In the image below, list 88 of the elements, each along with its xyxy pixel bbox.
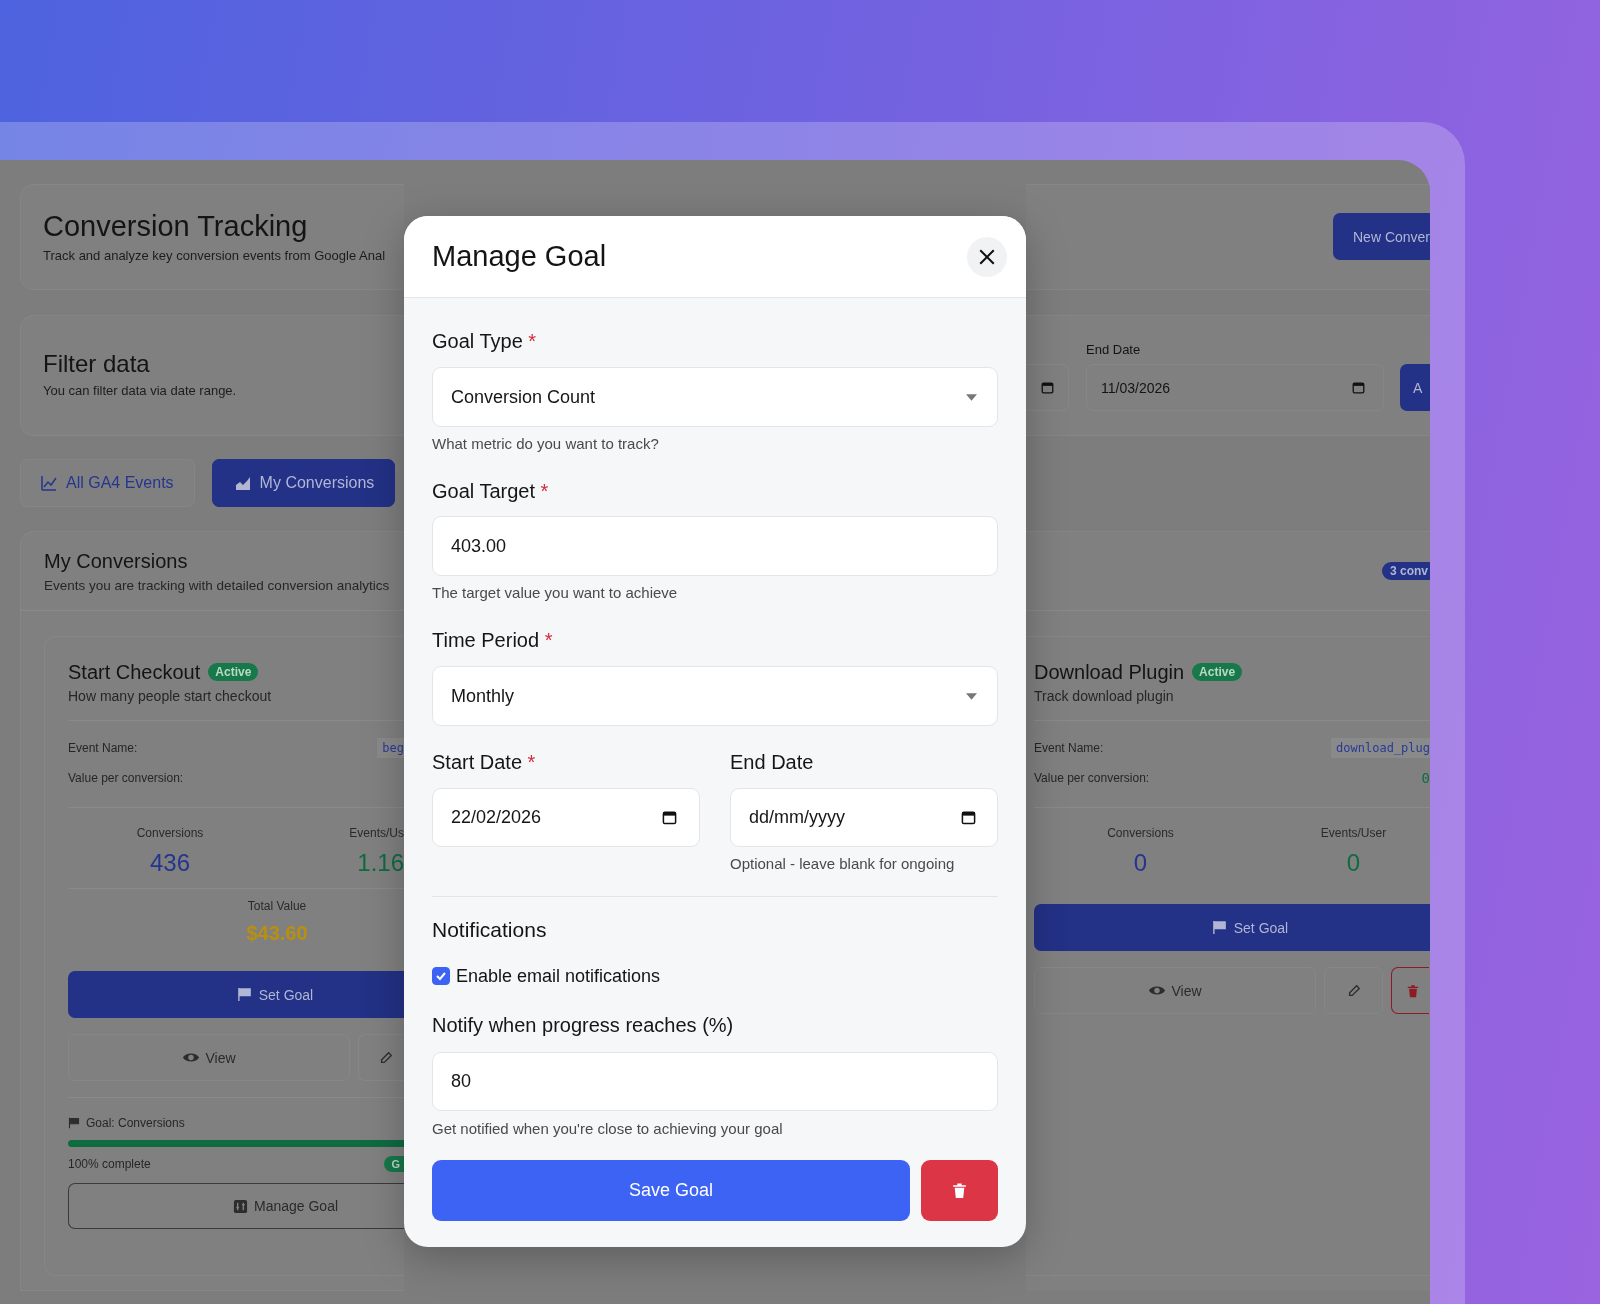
goal-type-select[interactable]: Conversion Count [432, 367, 998, 427]
caret-icon [966, 692, 977, 700]
manage-goal-button[interactable]: Manage Goal [68, 1183, 404, 1229]
calendar-icon [1352, 381, 1365, 394]
conversion-title: Start Checkout [68, 660, 201, 684]
field-label: End Date [730, 750, 815, 775]
event-name-label: Event Name: [68, 741, 138, 755]
save-goal-button[interactable]: Save Goal [432, 1160, 910, 1221]
time-period-select[interactable]: Monthly [432, 666, 998, 726]
goal-label: Goal: Conversions [86, 1116, 185, 1130]
field-label: Notify when progress reaches (%) [432, 1013, 735, 1038]
stat-label: Events/Us [348, 825, 404, 842]
page-title: Conversion Tracking [43, 209, 309, 244]
area-chart-icon [234, 475, 251, 491]
checkbox-label: Enable email notifications [456, 965, 661, 987]
field-hint: Optional - leave blank for ongoing [730, 855, 956, 873]
start-date-field[interactable] [1026, 364, 1069, 411]
calendar-icon [961, 810, 976, 825]
stat-value: 1.16 [356, 849, 404, 877]
value-label: Value per conversion: [1034, 771, 1150, 785]
goal-badge: G [384, 1156, 404, 1172]
event-name-code: beg [377, 738, 404, 758]
set-goal-button[interactable]: Set Goal [68, 971, 404, 1018]
flag-icon [1211, 920, 1227, 935]
sliders-icon [232, 1198, 248, 1214]
calendar-icon [1040, 381, 1054, 394]
pencil-icon [1346, 983, 1361, 998]
stat-label: Events/User [1319, 825, 1388, 842]
stat-value: 436 [148, 849, 191, 877]
event-name-label: Event Name: [1034, 741, 1104, 755]
threshold-field[interactable]: 80 [432, 1052, 998, 1111]
view-button[interactable]: View [1034, 967, 1316, 1014]
value-amount: 0 [1421, 770, 1430, 786]
filter-subtitle: You can filter data via date range. [43, 382, 238, 400]
calendar-icon [662, 810, 677, 825]
field-label: Goal Type * [432, 329, 538, 354]
flag-icon [68, 1117, 80, 1129]
caret-icon [966, 393, 977, 401]
end-date-field[interactable]: dd/mm/yyyy [730, 788, 998, 847]
delete-button[interactable] [1391, 967, 1429, 1014]
stat-value: 0 [1345, 849, 1362, 877]
field-label: Time Period * [432, 628, 554, 653]
close-icon [978, 247, 996, 266]
new-conversion-button[interactable]: New Conver [1333, 213, 1430, 260]
trash-icon [951, 1182, 968, 1199]
field-label: Goal Target * [432, 479, 550, 504]
status-badge: Active [1192, 663, 1243, 681]
field-hint: Get notified when you're close to achieving your goal [432, 1120, 784, 1138]
section-subtitle: Events you are tracking with detailed conversion analytics [44, 577, 391, 595]
total-value-label: Total Value [247, 898, 307, 915]
section-heading: Notifications [432, 917, 548, 943]
view-button[interactable]: View [68, 1034, 350, 1081]
checkbox[interactable] [432, 967, 450, 985]
trash-icon [1406, 983, 1420, 998]
dialog-title: Manage Goal [432, 240, 607, 273]
progress-text: 100% complete [68, 1157, 151, 1171]
conversion-description: How many people start checkout [68, 687, 273, 706]
filter-title: Filter data [43, 349, 151, 379]
event-name-code: download_plug [1331, 738, 1430, 758]
value-label: Value per conversion: [68, 771, 184, 785]
close-button[interactable] [967, 236, 1007, 277]
field-hint: What metric do you want to track? [432, 435, 660, 453]
flag-icon [236, 987, 252, 1002]
count-badge: 3 conv [1382, 562, 1430, 580]
check-icon [435, 970, 447, 982]
goal-target-field[interactable]: 403.00 [432, 516, 998, 576]
stat-label: Conversions [135, 825, 205, 842]
end-date-label: End Date [1086, 341, 1142, 359]
eye-icon [182, 1051, 201, 1064]
eye-icon [1148, 984, 1167, 997]
delete-button[interactable] [921, 1160, 998, 1221]
section-title: My Conversions [44, 549, 189, 574]
set-goal-button[interactable]: Set Goal [1034, 904, 1430, 951]
conversion-title: Download Plugin [1034, 660, 1185, 684]
start-date-field[interactable]: 22/02/2026 [432, 788, 700, 847]
total-value: $43.60 [246, 921, 308, 946]
stat-value: 0 [1132, 849, 1149, 877]
status-badge: Active [208, 663, 259, 681]
conversion-description: Track download plugin [1034, 687, 1175, 706]
end-date-field[interactable]: 11/03/2026 [1086, 364, 1384, 411]
pencil-icon [378, 1050, 393, 1065]
field-hint: The target value you want to achieve [432, 584, 679, 602]
page-subtitle: Track and analyze key conversion events from Google Anal [43, 247, 387, 265]
apply-button[interactable]: A [1400, 364, 1430, 411]
tab[interactable]: My Conversions [211, 459, 396, 507]
field-label: Start Date * [432, 750, 537, 775]
stat-label: Conversions [1106, 825, 1175, 842]
line-chart-icon [41, 475, 57, 491]
